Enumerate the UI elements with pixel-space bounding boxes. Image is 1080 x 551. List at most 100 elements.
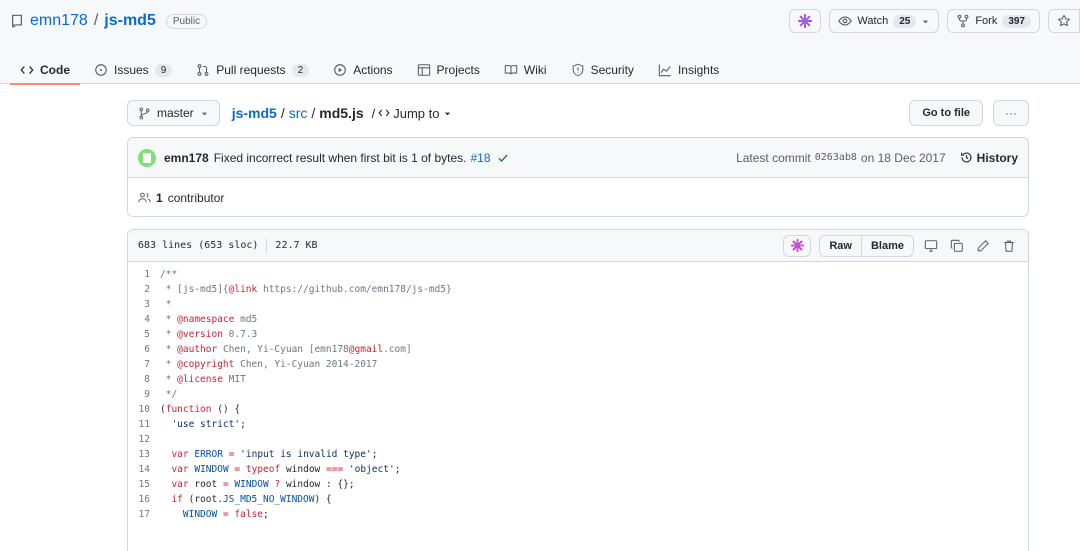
breadcrumb-src-link[interactable]: src [289, 105, 308, 121]
book-icon [504, 63, 518, 77]
pencil-icon[interactable] [974, 237, 992, 255]
tab-projects[interactable]: Projects [407, 56, 490, 84]
tab-issues[interactable]: Issues 9 [84, 56, 182, 84]
tab-count: 9 [154, 63, 173, 77]
line-number[interactable]: 16 [128, 492, 160, 507]
line-source: if (root.JS_MD5_NO_WINDOW) { [171, 494, 332, 505]
branch-icon [138, 107, 151, 120]
breadcrumb-separator: / [311, 105, 316, 121]
repo-actions: Watch 25 Fork 397 [789, 9, 1080, 33]
line-number[interactable]: 13 [128, 447, 160, 462]
line-number[interactable]: 17 [128, 507, 160, 522]
code-line: 1/** [128, 267, 1028, 282]
chevron-down-icon [443, 109, 452, 118]
code-line: 4 * @namespace md5 [128, 312, 1028, 327]
code-line: 6 * @author Chen, Yi-Cyuan [emn178@gmail… [128, 342, 1028, 357]
line-number[interactable]: 10 [128, 402, 160, 417]
jump-to-menu[interactable]: / Jump to [372, 106, 452, 121]
line-number[interactable]: 1 [128, 267, 160, 282]
sparkle-button[interactable] [783, 234, 812, 257]
line-number[interactable]: 2 [128, 282, 160, 297]
line-source: */ [160, 389, 178, 400]
line-number[interactable]: 8 [128, 372, 160, 387]
commit-sha-link[interactable]: 0263ab8 [815, 152, 857, 163]
contributors-row[interactable]: 1 contributor [128, 178, 1028, 217]
more-options-button[interactable]: ··· [993, 100, 1029, 126]
history-icon [960, 151, 973, 164]
line-number[interactable]: 7 [128, 357, 160, 372]
line-number[interactable]: 5 [128, 327, 160, 342]
line-source: * [160, 299, 172, 310]
code-line: 3 * [128, 297, 1028, 312]
blame-button[interactable]: Blame [861, 234, 914, 257]
tab-label: Security [590, 63, 634, 77]
file-navigation: master js-md5 / src / md5.js / Jump to G… [127, 100, 1029, 126]
line-source: /** [160, 269, 178, 280]
line-number[interactable]: 11 [128, 417, 160, 432]
repo-owner-link[interactable]: emn178 [30, 12, 88, 30]
line-number[interactable]: 9 [128, 387, 160, 402]
chevron-down-icon [200, 109, 209, 118]
fork-icon [956, 14, 970, 28]
commit-row: emn178 Fixed incorrect result when first… [128, 138, 1028, 178]
code-line: 12 [128, 432, 1028, 447]
desktop-icon[interactable] [922, 237, 940, 255]
branch-selector[interactable]: master [127, 100, 220, 126]
line-source: var ERROR = 'input is invalid type'; [171, 449, 378, 460]
line-source: * [js-md5]{@link https://github.com/emn1… [160, 284, 452, 295]
breadcrumb-separator: / [371, 105, 376, 121]
avatar[interactable] [138, 148, 156, 167]
code-line: 2 * [js-md5]{@link https://github.com/em… [128, 282, 1028, 297]
code-line: 5 * @version 0.7.3 [128, 327, 1028, 342]
file-viewer: 683 lines (653 sloc) 22.7 KB Raw Blame 1… [127, 229, 1029, 551]
copy-icon[interactable] [948, 237, 966, 255]
line-source: 'use strict'; [171, 419, 246, 430]
check-icon[interactable] [497, 152, 509, 164]
line-number[interactable]: 12 [128, 432, 160, 447]
code-line: 17 WINDOW = false; [128, 507, 1028, 522]
commit-pr-link[interactable]: #18 [470, 151, 490, 165]
commit-message[interactable]: Fixed incorrect result when first bit is… [214, 151, 467, 165]
tab-label: Insights [677, 63, 720, 77]
line-number[interactable]: 4 [128, 312, 160, 327]
issue-icon [94, 63, 108, 77]
fork-button[interactable]: Fork 397 [947, 9, 1040, 33]
line-number[interactable]: 14 [128, 462, 160, 477]
tab-label: Issues [114, 63, 149, 77]
eye-icon [838, 14, 853, 28]
tab-label: Pull requests [216, 63, 286, 77]
repo-name-link[interactable]: js-md5 [104, 12, 156, 30]
watch-label: Watch [857, 15, 889, 27]
go-to-file-button[interactable]: Go to file [909, 100, 983, 126]
table-icon [417, 63, 431, 77]
sponsor-sparkle-button[interactable] [789, 9, 822, 33]
watch-button[interactable]: Watch 25 [829, 9, 940, 33]
star-button[interactable] [1048, 9, 1080, 33]
tab-insights[interactable]: Insights [648, 56, 729, 84]
tab-security[interactable]: Security [561, 56, 644, 84]
tab-label: Wiki [523, 63, 547, 77]
tab-label: Code [40, 63, 70, 77]
graph-icon [658, 63, 672, 77]
trash-icon[interactable] [1000, 237, 1018, 255]
breadcrumb-repo-link[interactable]: js-md5 [232, 105, 277, 121]
history-link[interactable]: History [960, 151, 1018, 165]
tab-wiki[interactable]: Wiki [494, 56, 557, 84]
line-source: * @author Chen, Yi-Cyuan [emn178@gmail.c… [160, 344, 412, 355]
tab-actions[interactable]: Actions [323, 56, 402, 84]
raw-button[interactable]: Raw [819, 234, 862, 257]
repo-separator: / [93, 12, 99, 29]
line-number[interactable]: 6 [128, 342, 160, 357]
tab-code[interactable]: Code [10, 56, 80, 85]
line-number[interactable]: 15 [128, 477, 160, 492]
commit-meta: Latest commit 0263ab8 on 18 Dec 2017 His… [736, 151, 1018, 165]
file-header: 683 lines (653 sloc) 22.7 KB Raw Blame [128, 230, 1028, 262]
file-size: 22.7 KB [275, 240, 318, 251]
pull-request-icon [196, 63, 210, 77]
code-icon [378, 107, 390, 119]
line-source: * @namespace md5 [160, 314, 258, 325]
tab-pull-requests[interactable]: Pull requests 2 [186, 56, 319, 84]
line-source: (function () { [160, 404, 241, 415]
commit-author-link[interactable]: emn178 [164, 151, 209, 165]
line-number[interactable]: 3 [128, 297, 160, 312]
